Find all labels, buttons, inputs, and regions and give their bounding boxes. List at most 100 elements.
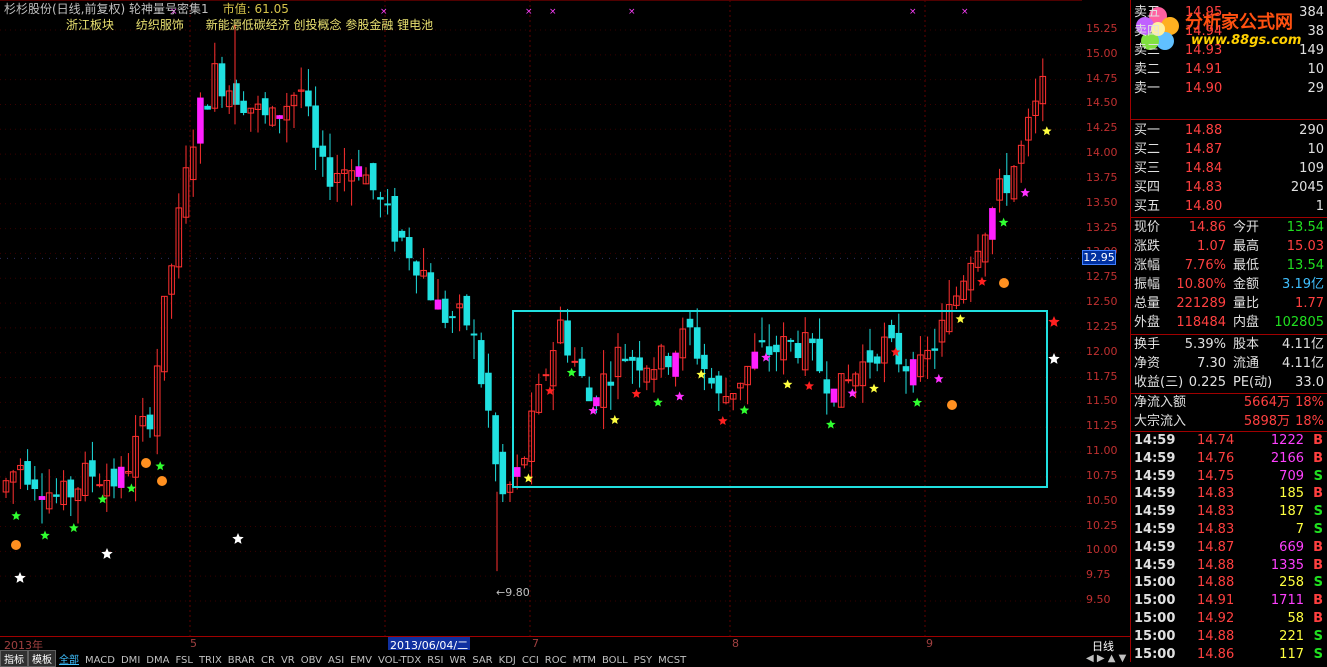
kline-chart[interactable]: × × × × × × × 杉杉股份(日线,前复权) 轮神量号密集1 市值: 61.05 浙江…: [0, 0, 1082, 636]
signal-star-icon: [631, 388, 642, 398]
indicator-tab[interactable]: KDJ: [496, 655, 519, 666]
price-tick: 12.00: [1086, 344, 1118, 358]
indicator-tab[interactable]: PSY: [631, 655, 656, 666]
date-month: 5: [190, 637, 197, 650]
indicator-tab[interactable]: RSI: [424, 655, 446, 666]
trade-row: 14:59 14.83 187 S: [1131, 503, 1327, 521]
indicator-tab[interactable]: DMI: [118, 655, 143, 666]
candle-body: [787, 339, 795, 342]
order-volume: 2045: [1290, 180, 1324, 195]
indicator-tab[interactable]: BRAR: [225, 655, 258, 666]
signal-star-icon: [126, 483, 137, 493]
candle-body: [629, 356, 636, 361]
quote-value: 7.76%: [1184, 258, 1226, 273]
candle-body: [621, 358, 629, 362]
indicator-tab[interactable]: OBV: [298, 655, 325, 666]
candle-body: [261, 98, 269, 116]
quote-value: 14.86: [1188, 220, 1226, 235]
indicator-tab[interactable]: 全部: [56, 651, 82, 666]
top-marker-icon: ×: [961, 7, 969, 17]
signal-dot-icon: [157, 476, 167, 486]
candle-body: [593, 397, 600, 407]
signal-star-icon: [1020, 187, 1030, 197]
trade-side: B: [1313, 557, 1323, 573]
candle-body: [909, 359, 917, 386]
indicator-tab[interactable]: WR: [446, 655, 469, 666]
trade-row: 14:59 14.76 2166 B: [1131, 450, 1327, 468]
trade-price: 14.91: [1197, 593, 1235, 609]
trade-volume: 58: [1287, 611, 1304, 626]
order-label: 卖一: [1134, 81, 1161, 96]
signal-star-icon: [998, 217, 1009, 227]
candle-body: [326, 157, 334, 187]
stat-label: 收益(三): [1134, 375, 1184, 390]
order-price: 14.94: [1185, 24, 1223, 39]
indicator-tab[interactable]: MCST: [655, 655, 689, 666]
candlestick-canvas[interactable]: × × × × × × ×: [0, 0, 1082, 636]
price-tick: 10.50: [1086, 493, 1118, 507]
quote-label: 最低: [1233, 258, 1260, 273]
signal-star-icon: [14, 572, 26, 583]
candle-body: [1003, 175, 1011, 194]
stat-value: 4.11亿: [1282, 356, 1324, 371]
period-label[interactable]: 日线: [1092, 638, 1114, 654]
indicator-tab[interactable]: 指标: [0, 650, 28, 667]
order-price: 14.91: [1185, 62, 1223, 77]
indicator-tab[interactable]: EMV: [347, 655, 375, 666]
current-price-tag: 12.95: [1082, 250, 1116, 266]
trade-volume: 185: [1279, 486, 1304, 502]
trade-side: S: [1313, 468, 1323, 484]
order-price: 14.88: [1185, 123, 1223, 138]
candle-body: [895, 332, 903, 365]
indicator-tab[interactable]: ROC: [542, 655, 570, 666]
indicator-tab[interactable]: ASI: [325, 655, 347, 666]
quote-value: 102805: [1274, 315, 1324, 330]
trade-price: 14.87: [1197, 539, 1235, 555]
trade-time: 15:00: [1134, 628, 1176, 644]
candle-body: [470, 333, 478, 336]
candle-body: [276, 115, 283, 119]
quote-value: 1.07: [1197, 239, 1226, 254]
indicator-tab[interactable]: BOLL: [599, 655, 631, 666]
signal-star-icon: [69, 523, 79, 533]
indicator-tab[interactable]: SAR: [469, 655, 495, 666]
concept-tag: 新能源低碳经济 创投概念 参股金融 锂电池: [205, 18, 434, 32]
order-book-row: 买一 14.88 290: [1131, 122, 1327, 140]
indicator-tab[interactable]: 模板: [28, 650, 56, 667]
trade-side: S: [1313, 628, 1323, 644]
quote-value: 1.77: [1295, 296, 1324, 311]
candle-body: [369, 163, 377, 191]
trade-time: 14:59: [1134, 433, 1176, 448]
indicator-tab[interactable]: CR: [258, 655, 278, 666]
indicator-tab[interactable]: DMA: [143, 655, 172, 666]
trade-row: 14:59 14.88 1335 B: [1131, 557, 1327, 575]
indicator-tab[interactable]: CCI: [519, 655, 542, 666]
price-tick: 11.25: [1086, 419, 1118, 433]
price-axis: 15.25 15.00 14.75 14.50 14.25 14.00 13.75 13.50…: [1082, 0, 1130, 636]
trade-price: 14.88: [1197, 628, 1235, 644]
indicator-tab[interactable]: VR: [278, 655, 298, 666]
trade-row: 14:59 14.74 1222 B: [1131, 432, 1327, 450]
order-label: 买三: [1134, 161, 1161, 176]
quote-label: 涨跌: [1134, 239, 1161, 254]
trade-price: 14.83: [1197, 504, 1235, 520]
quote-label: 量比: [1233, 296, 1260, 311]
order-book-row: 卖一 14.90 29: [1131, 80, 1327, 98]
signal-star-icon: [232, 533, 244, 544]
trade-side: B: [1313, 611, 1323, 626]
indicator-tab[interactable]: VOL-TDX: [375, 655, 424, 666]
signal-dot-icon: [11, 540, 21, 550]
quote-panel: 分析家公式网 www.88gs.com 卖五 14.95 384 卖四 14.94 38 卖…: [1130, 0, 1327, 662]
indicator-tab[interactable]: TRIX: [196, 655, 225, 666]
indicator-tab[interactable]: MACD: [82, 655, 118, 666]
candle-body: [117, 466, 125, 488]
top-marker-icon: ×: [549, 7, 557, 17]
indicator-tab[interactable]: FSL: [172, 655, 196, 666]
price-tick: 15.00: [1086, 46, 1118, 60]
order-label: 买五: [1134, 199, 1161, 214]
date-axis: 2013年 5 2013/06/04/二 7 8 9: [0, 636, 1082, 653]
quote-label: 内盘: [1233, 315, 1260, 330]
indicator-tab[interactable]: MTM: [570, 655, 599, 666]
nav-arrows[interactable]: ◀ ▶ ▲ ▼: [1086, 653, 1126, 664]
signal-dot-icon: [947, 400, 957, 410]
